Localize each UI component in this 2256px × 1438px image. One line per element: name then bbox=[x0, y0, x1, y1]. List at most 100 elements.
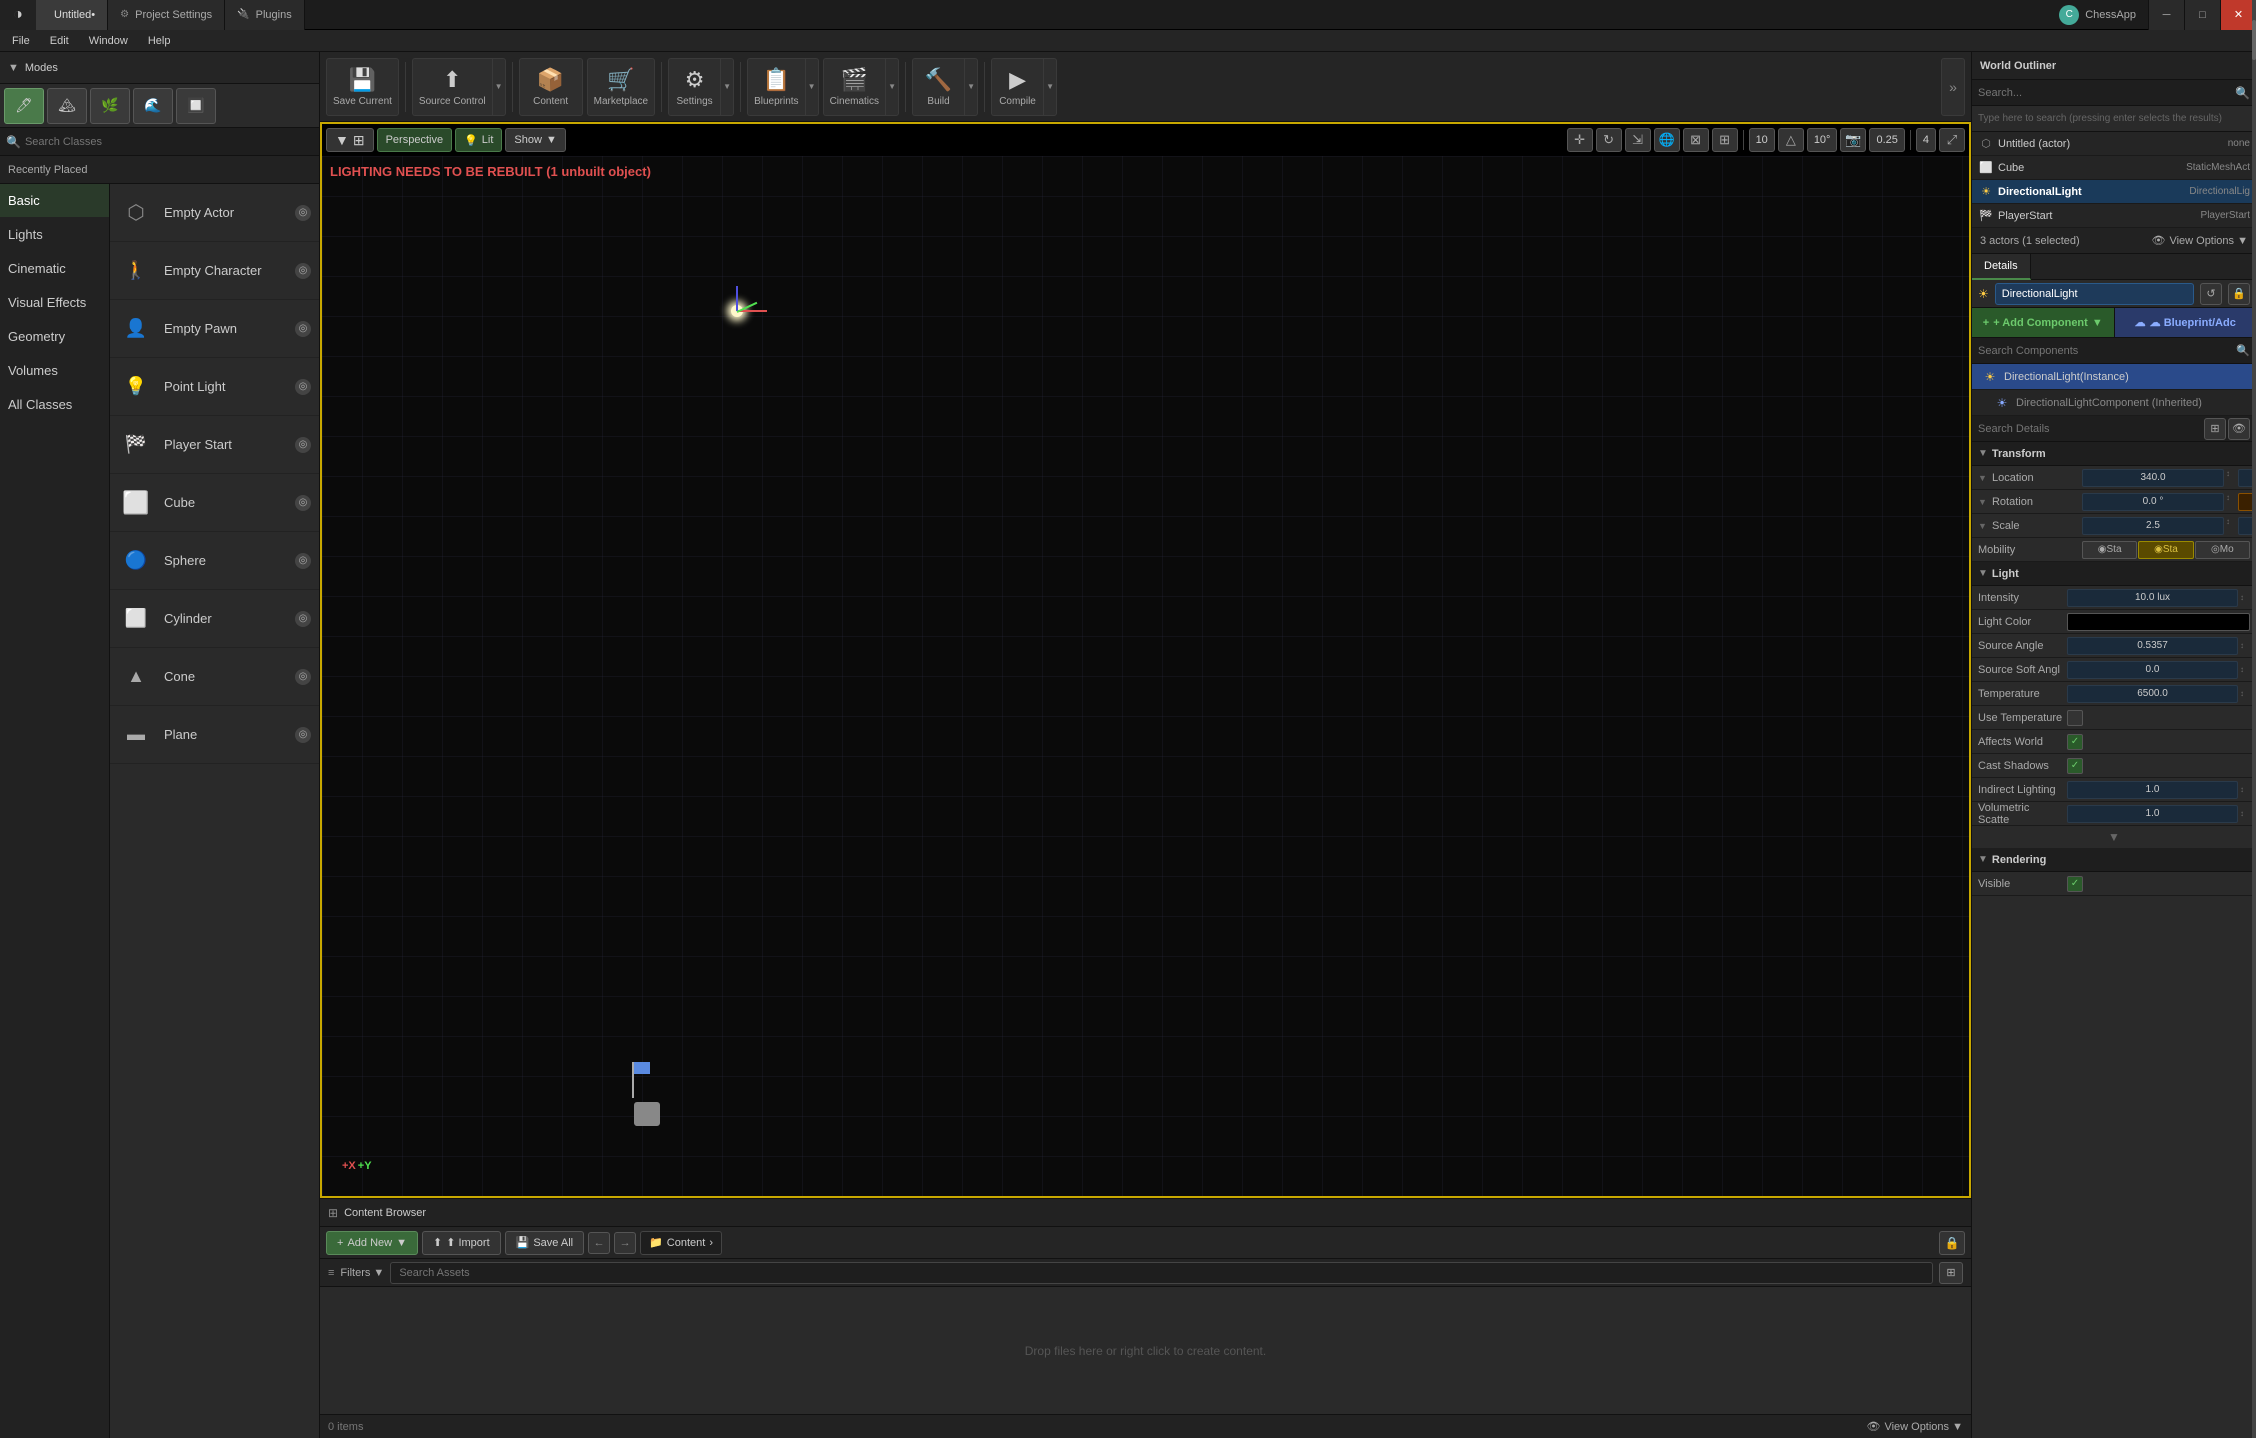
list-item-cylinder[interactable]: ⬜ Cylinder ◎ bbox=[110, 590, 319, 648]
scale-x-input[interactable] bbox=[2082, 517, 2224, 535]
rotation-x-arrow[interactable]: ↕ bbox=[2226, 493, 2236, 511]
menu-edit[interactable]: Edit bbox=[40, 33, 79, 49]
list-item-point-light[interactable]: 💡 Point Light ◎ bbox=[110, 358, 319, 416]
build-button[interactable]: 🔨 Build ▼ bbox=[912, 58, 978, 116]
camera-speed-icon-btn[interactable]: 📷 bbox=[1840, 128, 1866, 152]
viewport-perspective-button[interactable]: Perspective bbox=[377, 128, 452, 152]
mode-btn-foliage[interactable]: 🌿 bbox=[90, 88, 130, 124]
temperature-arrow[interactable]: ↕ bbox=[2240, 689, 2250, 698]
cb-search-settings-button[interactable]: ⊞ bbox=[1939, 1262, 1963, 1284]
compile-main[interactable]: ▶ Compile bbox=[991, 58, 1043, 116]
tab-details[interactable]: Details bbox=[1972, 254, 2031, 280]
outliner-search-input[interactable] bbox=[1978, 87, 2235, 99]
scale-icon-btn[interactable]: ⇲ bbox=[1625, 128, 1651, 152]
list-item-empty-pawn[interactable]: 👤 Empty Pawn ◎ bbox=[110, 300, 319, 358]
volumetric-scatter-input[interactable] bbox=[2067, 805, 2238, 823]
add-component-button[interactable]: + + Add Component ▼ bbox=[1972, 308, 2115, 337]
add-new-button[interactable]: + Add New ▼ bbox=[326, 1231, 418, 1255]
cinematics-button[interactable]: 🎬 Cinematics ▼ bbox=[823, 58, 899, 116]
outliner-row-player-start[interactable]: 🏁 PlayerStart PlayerStart bbox=[1972, 204, 2256, 228]
category-all-classes[interactable]: All Classes bbox=[0, 388, 109, 422]
save-all-button[interactable]: 💾 Save All bbox=[505, 1231, 584, 1255]
empty-character-add[interactable]: ◎ bbox=[295, 263, 311, 279]
player-start-add[interactable]: ◎ bbox=[295, 437, 311, 453]
cb-lock-button[interactable]: 🔒 bbox=[1939, 1231, 1965, 1255]
minimize-button[interactable]: ─ bbox=[2148, 0, 2184, 30]
filters-label[interactable]: Filters ▼ bbox=[340, 1267, 384, 1279]
viewport-show-button[interactable]: Show ▼ bbox=[505, 128, 565, 152]
mode-btn-paint[interactable]: 🏔 bbox=[47, 88, 87, 124]
mobility-movable-btn[interactable]: ◎ Mo bbox=[2195, 541, 2250, 559]
source-angle-arrow[interactable]: ↕ bbox=[2240, 641, 2250, 650]
cb-forward-button[interactable]: → bbox=[614, 1232, 636, 1254]
tab-project-settings[interactable]: ⚙ Project Settings bbox=[108, 0, 225, 30]
viewport-3d[interactable]: LIGHTING NEEDS TO BE REBUILT (1 unbuilt … bbox=[322, 156, 1969, 1196]
list-item-cube[interactable]: ⬜ Cube ◎ bbox=[110, 474, 319, 532]
source-control-arrow[interactable]: ▼ bbox=[492, 58, 506, 116]
cb-view-options-button[interactable]: 👁 View Options ▼ bbox=[1866, 1420, 1963, 1433]
marketplace-button[interactable]: 🛒 Marketplace bbox=[587, 58, 655, 116]
actor-name-input[interactable] bbox=[1995, 283, 2194, 305]
volumetric-scatter-arrow[interactable]: ↕ bbox=[2240, 809, 2250, 818]
cast-shadows-checkbox[interactable]: ✓ bbox=[2067, 758, 2083, 774]
sphere-add[interactable]: ◎ bbox=[295, 553, 311, 569]
maximize-button[interactable]: □ bbox=[2184, 0, 2220, 30]
temperature-input[interactable] bbox=[2067, 685, 2238, 703]
affects-world-checkbox[interactable]: ✓ bbox=[2067, 734, 2083, 750]
angle-icon-btn[interactable]: △ bbox=[1778, 128, 1804, 152]
point-light-add[interactable]: ◎ bbox=[295, 379, 311, 395]
intensity-arrow[interactable]: ↕ bbox=[2240, 593, 2250, 602]
outliner-row-cube[interactable]: ⬜ Cube StaticMeshAct bbox=[1972, 156, 2256, 180]
intensity-input[interactable] bbox=[2067, 589, 2238, 607]
import-button[interactable]: ⬆ ⬆ Import bbox=[422, 1231, 501, 1255]
surface-icon-btn[interactable]: ⊠ bbox=[1683, 128, 1709, 152]
rotate-icon-btn[interactable]: ↻ bbox=[1596, 128, 1622, 152]
rotation-x-input[interactable] bbox=[2082, 493, 2224, 511]
cb-content-area[interactable]: Drop files here or right click to create… bbox=[320, 1287, 1971, 1414]
component-row-directional-light-component[interactable]: ☀ DirectionalLightComponent (Inherited) bbox=[1972, 390, 2256, 416]
cube-add[interactable]: ◎ bbox=[295, 495, 311, 511]
list-item-sphere[interactable]: 🔵 Sphere ◎ bbox=[110, 532, 319, 590]
search-classes-input[interactable] bbox=[25, 136, 313, 148]
category-visual-effects[interactable]: Visual Effects bbox=[0, 286, 109, 320]
details-search-input[interactable] bbox=[1978, 423, 2200, 435]
viewport-lit-button[interactable]: 💡 Lit bbox=[455, 128, 502, 152]
list-item-player-start[interactable]: 🏁 Player Start ◎ bbox=[110, 416, 319, 474]
empty-actor-add[interactable]: ◎ bbox=[295, 205, 311, 221]
outliner-row-untitled[interactable]: ⬡ Untitled (actor) none bbox=[1972, 132, 2256, 156]
source-control-button[interactable]: ⬆ Source Control ▼ bbox=[412, 58, 506, 116]
viewport-count-btn[interactable]: 4 bbox=[1916, 128, 1936, 152]
translate-icon-btn[interactable]: ✛ bbox=[1567, 128, 1593, 152]
viewport-perspective-dropdown[interactable]: ▼ ⊞ bbox=[326, 128, 374, 152]
settings-main[interactable]: ⚙ Settings bbox=[668, 58, 720, 116]
plane-add[interactable]: ◎ bbox=[295, 727, 311, 743]
mode-btn-landscape[interactable]: 🌊 bbox=[133, 88, 173, 124]
components-search-input[interactable] bbox=[1978, 345, 2232, 357]
build-arrow[interactable]: ▼ bbox=[964, 58, 978, 116]
location-x-arrow[interactable]: ↕ bbox=[2226, 469, 2236, 487]
settings-arrow[interactable]: ▼ bbox=[720, 58, 734, 116]
scale-snap-btn[interactable]: 0.25 bbox=[1869, 128, 1904, 152]
list-item-empty-character[interactable]: 🚶 Empty Character ◎ bbox=[110, 242, 319, 300]
cinematics-arrow[interactable]: ▼ bbox=[885, 58, 899, 116]
settings-button[interactable]: ⚙ Settings ▼ bbox=[668, 58, 734, 116]
list-item-cone[interactable]: ▲ Cone ◎ bbox=[110, 648, 319, 706]
mobility-static-btn[interactable]: ◉ Sta bbox=[2082, 541, 2137, 559]
compile-arrow[interactable]: ▼ bbox=[1043, 58, 1057, 116]
list-item-empty-actor[interactable]: ⬡ Empty Actor ◎ bbox=[110, 184, 319, 242]
indirect-lighting-arrow[interactable]: ↕ bbox=[2240, 785, 2250, 794]
build-main[interactable]: 🔨 Build bbox=[912, 58, 964, 116]
menu-file[interactable]: File bbox=[2, 33, 40, 49]
mode-btn-geometry[interactable]: 🔲 bbox=[176, 88, 216, 124]
source-control-main[interactable]: ⬆ Source Control bbox=[412, 58, 492, 116]
compile-button[interactable]: ▶ Compile ▼ bbox=[991, 58, 1057, 116]
details-lock-icon-btn[interactable]: 🔒 bbox=[2228, 283, 2250, 305]
toolbar-overflow-button[interactable]: » bbox=[1941, 58, 1965, 116]
angle-btn[interactable]: 10° bbox=[1807, 128, 1838, 152]
maximize-viewport-btn[interactable]: ⤢ bbox=[1939, 128, 1965, 152]
menu-help[interactable]: Help bbox=[138, 33, 181, 49]
location-x-input[interactable] bbox=[2082, 469, 2224, 487]
source-angle-input[interactable] bbox=[2067, 637, 2238, 655]
details-reset-icon-btn[interactable]: ↺ bbox=[2200, 283, 2222, 305]
empty-pawn-add[interactable]: ◎ bbox=[295, 321, 311, 337]
